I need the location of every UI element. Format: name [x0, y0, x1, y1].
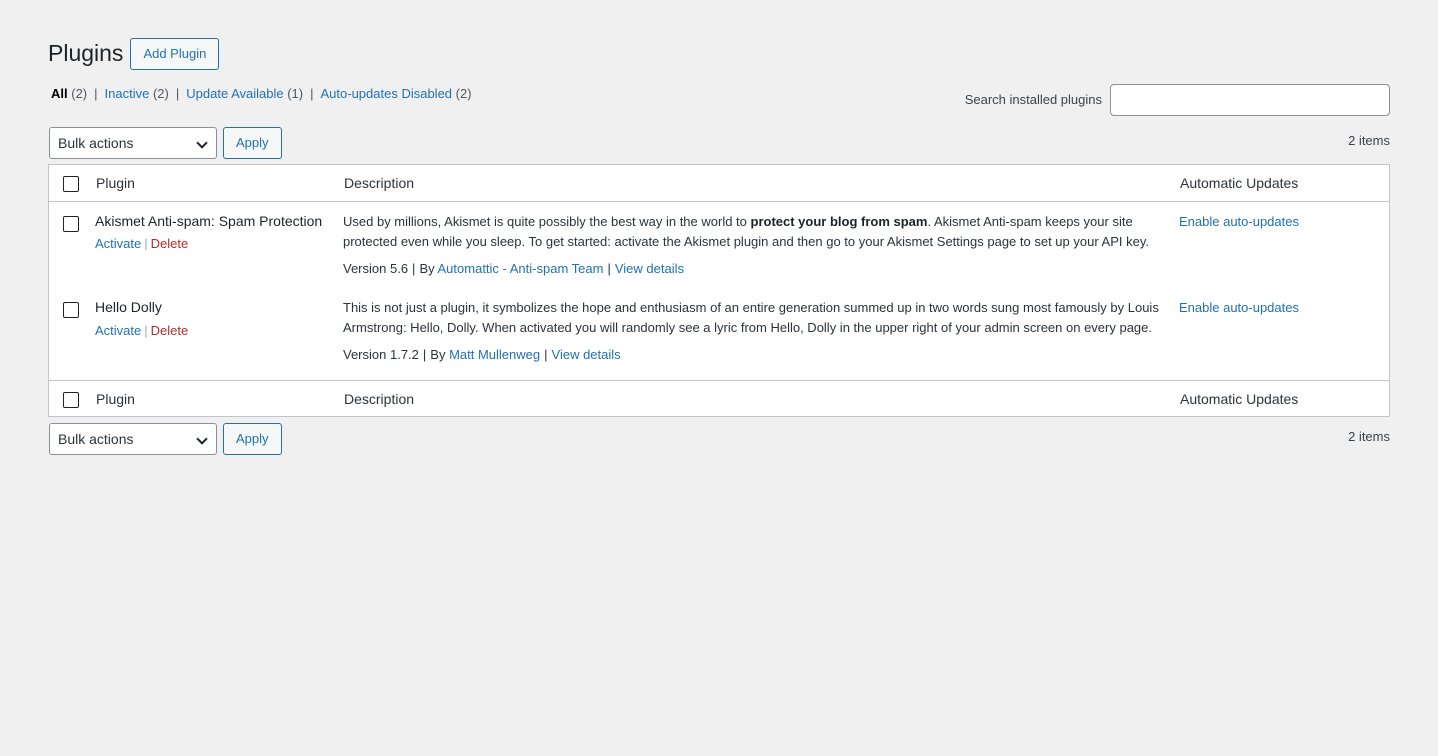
table-header: Plugin Description Automatic Updates: [49, 165, 1389, 202]
enable-auto-updates-link[interactable]: Enable auto-updates: [1179, 213, 1299, 231]
row-actions: Activate | Delete: [95, 235, 188, 253]
plugin-status-filters: All (2) | Inactive (2) | Update Availabl…: [51, 85, 472, 103]
bulk-actions-select-bottom[interactable]: Bulk actions: [49, 423, 217, 455]
activate-link[interactable]: Activate: [95, 236, 141, 251]
items-count: 2 items: [1348, 133, 1390, 148]
plugin-version: Version 5.6: [343, 261, 409, 276]
filter-inactive-label: Inactive: [104, 86, 150, 101]
description-bold-text: protect your blog from spam: [750, 214, 928, 229]
plugin-meta: Version 5.6 | By Automattic - Anti-spam Te…: [343, 260, 684, 278]
enable-auto-updates-link[interactable]: Enable auto-updates: [1179, 299, 1299, 317]
search-input[interactable]: [1110, 84, 1390, 116]
add-plugin-button[interactable]: Add Plugin: [130, 38, 220, 70]
filter-auto-updates-disabled[interactable]: Auto-updates Disabled (2): [321, 85, 472, 103]
filter-separator: |: [94, 86, 98, 101]
meta-separator: |: [544, 347, 548, 362]
column-header-auto-updates: Automatic Updates: [1180, 175, 1299, 191]
table-footer: Plugin Description Automatic Updates: [49, 380, 1389, 417]
plugin-description: Used by millions, Akismet is quite possi…: [343, 212, 1165, 251]
meta-separator: |: [607, 261, 611, 276]
activate-link[interactable]: Activate: [95, 323, 141, 338]
filter-all-count: (2): [71, 86, 88, 101]
plugin-version: Version 1.7.2: [343, 347, 419, 362]
plugin-description: This is not just a plugin, it symbolizes…: [343, 298, 1165, 337]
column-footer-plugin: Plugin: [96, 391, 135, 407]
row-actions: Activate | Delete: [95, 322, 188, 340]
select-all-checkbox-footer[interactable]: [63, 392, 79, 408]
filter-inactive-count: (2): [152, 86, 169, 101]
filter-separator: |: [175, 86, 180, 101]
bulk-actions-select[interactable]: Bulk actions: [49, 127, 217, 159]
column-footer-description: Description: [344, 391, 415, 407]
row-checkbox[interactable]: [63, 216, 79, 232]
action-separator: |: [144, 236, 148, 251]
filter-update-available-count: (1): [287, 86, 304, 101]
select-all-checkbox[interactable]: [63, 176, 79, 192]
filter-all-label: All: [51, 86, 68, 101]
filter-update-available[interactable]: Update Available (1): [186, 85, 303, 103]
search-label: Search installed plugins: [964, 91, 1102, 107]
filter-inactive[interactable]: Inactive (2): [105, 85, 169, 103]
bulk-actions-value: Bulk actions: [58, 135, 134, 151]
search-box: Search installed plugins: [965, 84, 1390, 116]
filter-auto-updates-disabled-label: Auto-updates Disabled: [320, 86, 453, 101]
filter-auto-updates-disabled-count: (2): [455, 86, 472, 101]
tablenav-top: Bulk actions Apply 2 items: [49, 127, 1390, 159]
view-details-link[interactable]: View details: [615, 261, 684, 276]
plugin-author-link[interactable]: Automattic - Anti-spam Team: [438, 261, 604, 276]
plugin-meta: Version 1.7.2 | By Matt Mullenweg | View det…: [343, 346, 621, 364]
apply-button[interactable]: Apply: [223, 127, 282, 159]
plugin-author-link[interactable]: Matt Mullenweg: [449, 347, 540, 362]
view-details-link[interactable]: View details: [552, 347, 621, 362]
chevron-down-icon: [196, 137, 208, 149]
column-header-description: Description: [344, 175, 415, 191]
row-checkbox[interactable]: [63, 302, 79, 318]
filter-all[interactable]: All (2): [51, 85, 87, 103]
meta-separator: |: [412, 261, 416, 276]
delete-link[interactable]: Delete: [151, 236, 189, 251]
tablenav-bottom: Bulk actions Apply 2 items: [49, 423, 1390, 455]
apply-button-bottom[interactable]: Apply: [223, 423, 282, 455]
filter-update-available-label: Update Available: [186, 86, 284, 101]
delete-link[interactable]: Delete: [151, 323, 189, 338]
plugin-by: By: [430, 347, 446, 362]
filter-separator: |: [310, 86, 314, 101]
chevron-down-icon: [196, 433, 208, 445]
action-separator: |: [144, 323, 148, 338]
plugins-page: Plugins Add Plugin All (2) | Inactive (2…: [0, 0, 1438, 756]
column-footer-auto-updates: Automatic Updates: [1180, 391, 1299, 407]
plugin-name: Hello Dolly: [95, 299, 162, 315]
plugin-by: By: [419, 261, 435, 276]
column-header-plugin: Plugin: [96, 175, 135, 191]
page-title: Plugins: [48, 40, 124, 67]
plugins-table: Plugin Description Automatic Updates Aki…: [48, 164, 1390, 417]
plugin-name: Akismet Anti-spam: Spam Protection: [95, 213, 323, 229]
description-text: Used by millions, Akismet is quite possi…: [343, 214, 751, 229]
description-text: This is not just a plugin, it symbolizes…: [343, 300, 1159, 335]
page-header: Plugins Add Plugin: [48, 38, 220, 70]
items-count-bottom: 2 items: [1348, 429, 1390, 444]
bulk-actions-value: Bulk actions: [58, 431, 134, 447]
meta-separator: |: [422, 347, 427, 362]
